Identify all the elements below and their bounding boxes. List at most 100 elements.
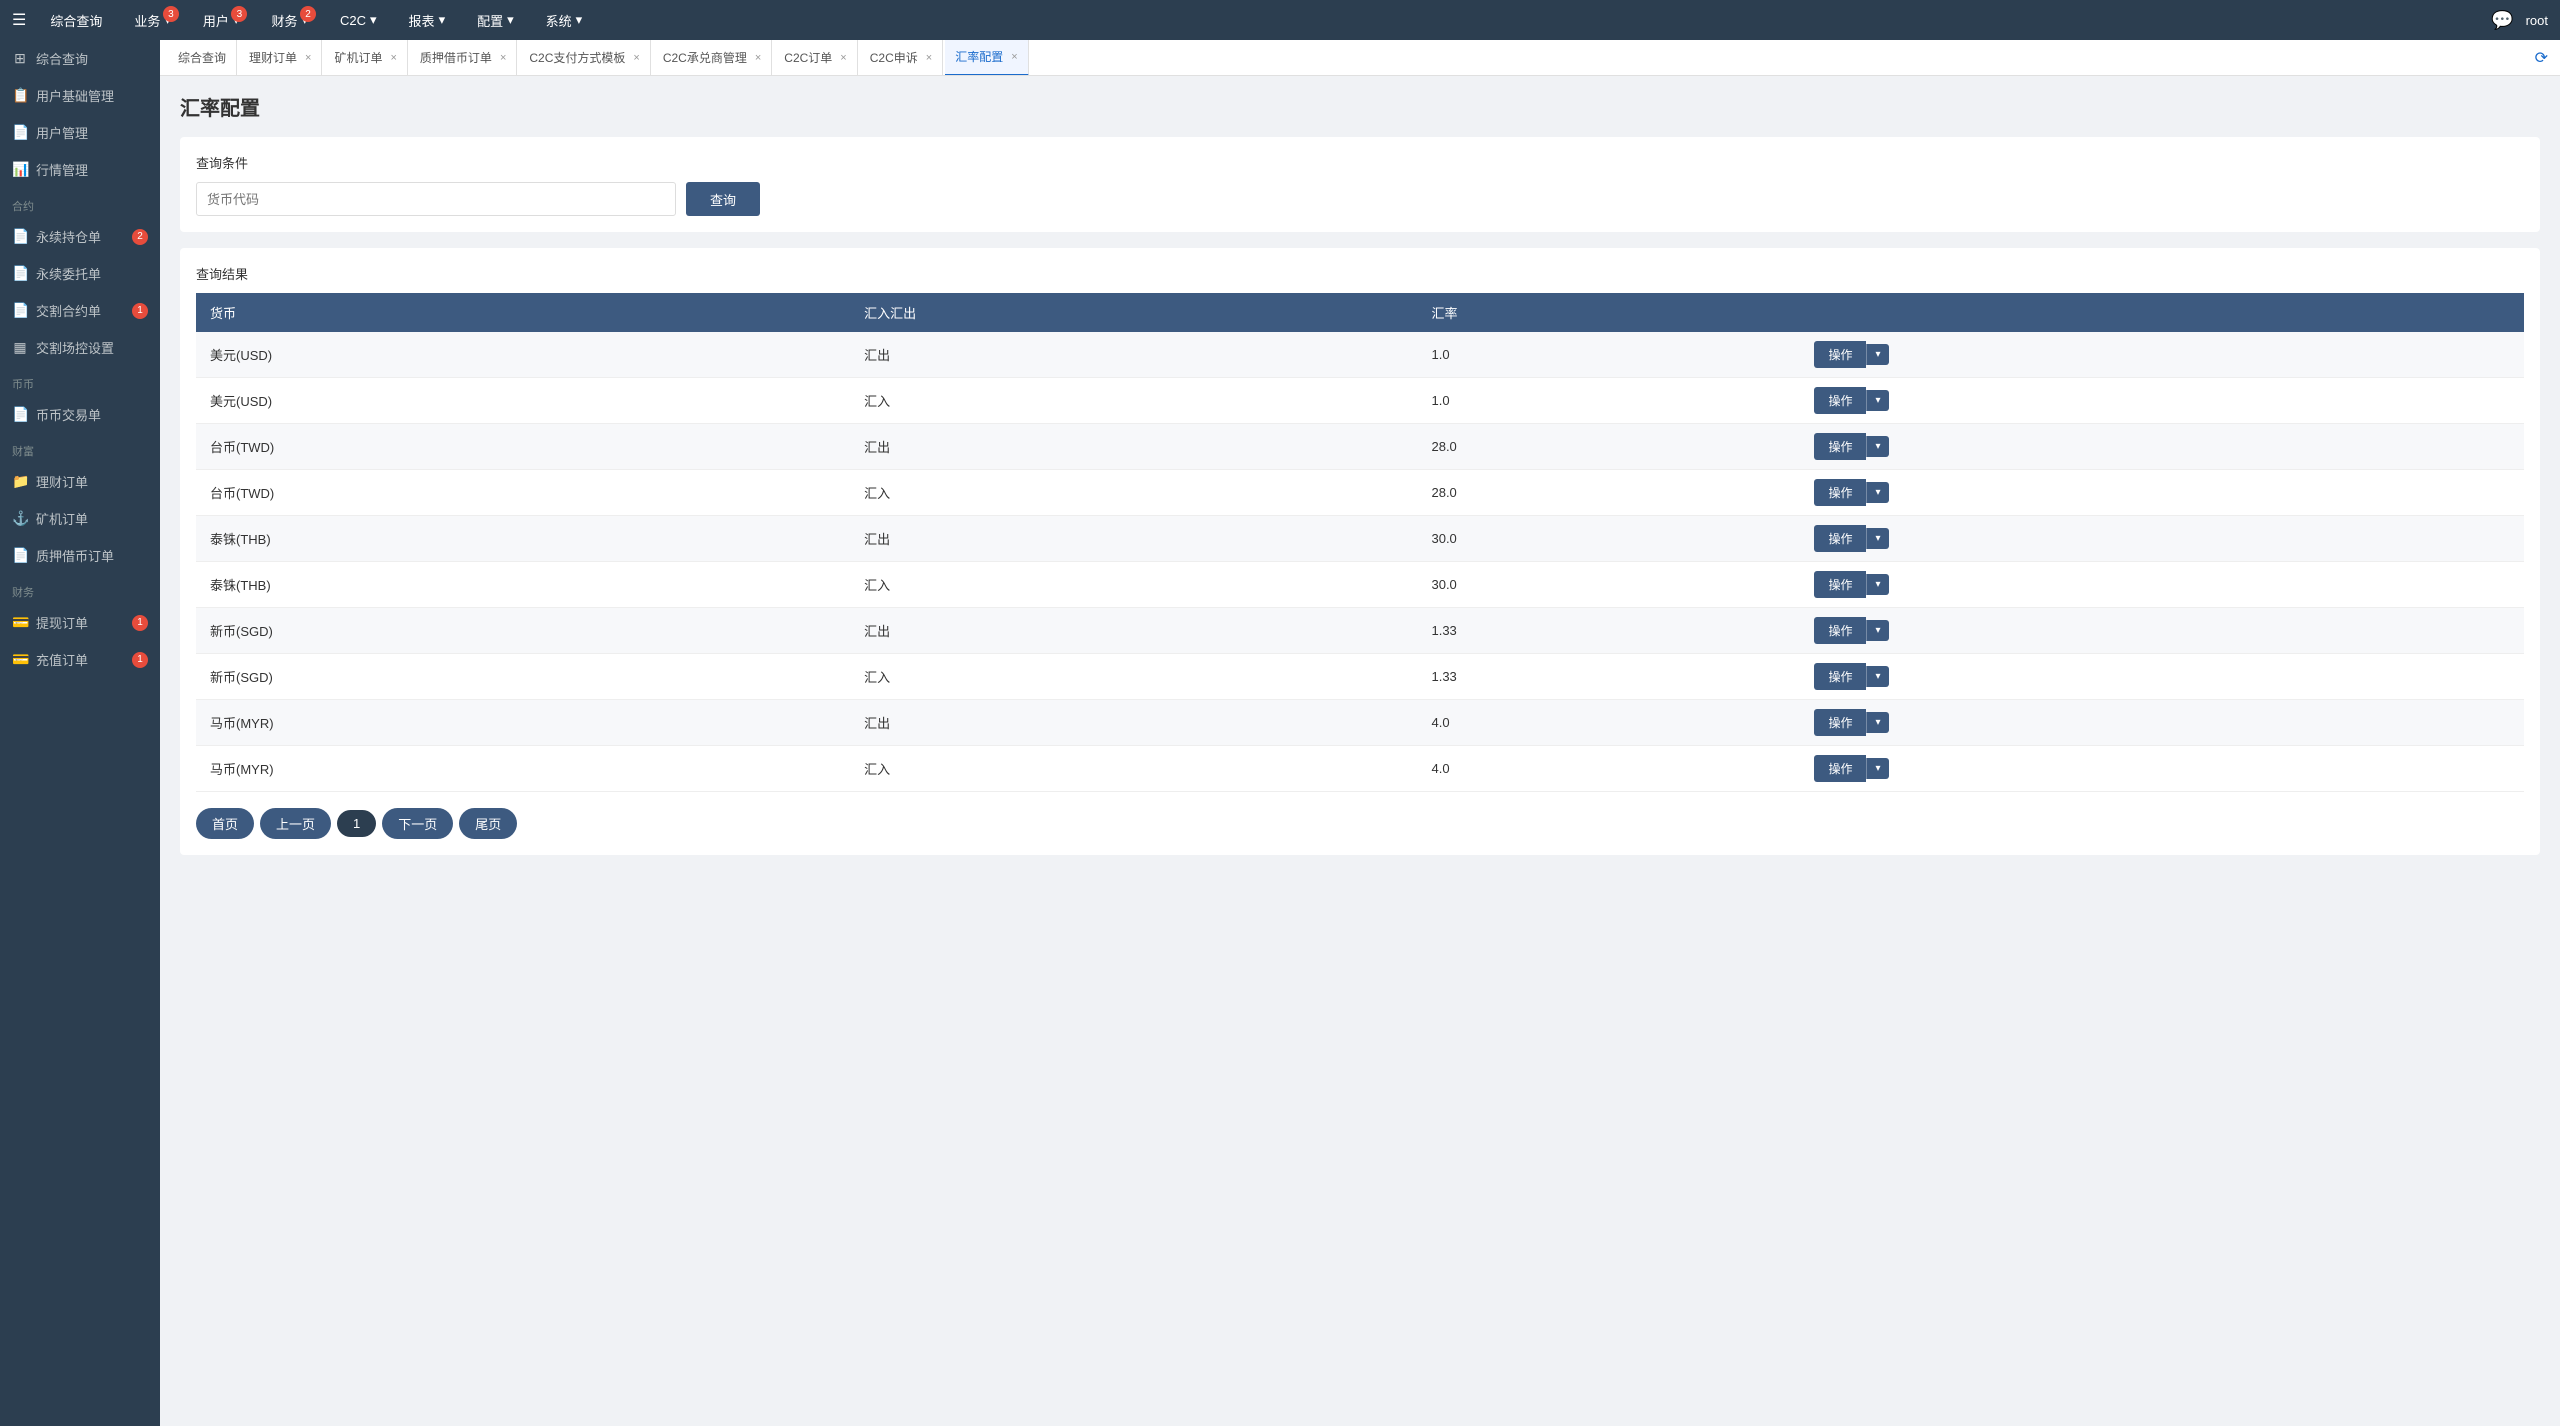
action-button-2[interactable]: 操作 xyxy=(1814,433,1866,460)
sidebar-item-yonghu-guanli[interactable]: 📄 用户管理 xyxy=(0,114,160,151)
cell-rate-7: 1.33 xyxy=(1417,654,1800,700)
close-icon-huilu[interactable]: × xyxy=(1011,51,1017,63)
cell-rate-0: 1.0 xyxy=(1417,332,1800,378)
cell-currency-9: 马币(MYR) xyxy=(196,746,850,792)
action-button-3[interactable]: 操作 xyxy=(1814,479,1866,506)
nav-item-yewu[interactable]: 业务 3 ▾ xyxy=(126,0,179,40)
badge-tixian: 1 xyxy=(132,615,148,631)
cell-action-6: 操作 ▾ xyxy=(1800,608,2524,654)
tab-label-zhiya: 质押借币订单 xyxy=(420,49,492,66)
nav-item-yonghu[interactable]: 用户 3 ▾ xyxy=(195,0,248,40)
nav-item-peizhi[interactable]: 配置 ▾ xyxy=(469,0,522,40)
close-icon-licai[interactable]: × xyxy=(305,52,311,64)
action-dropdown-button-0[interactable]: ▾ xyxy=(1866,344,1888,365)
sidebar-item-yonghu-jichu[interactable]: 📋 用户基础管理 xyxy=(0,77,160,114)
tab-kuangji[interactable]: 矿机订单 × xyxy=(324,40,407,76)
query-row: 查询 xyxy=(196,182,2524,216)
sidebar-label-licai: 理财订单 xyxy=(36,472,88,491)
cell-direction-5: 汇入 xyxy=(850,562,1417,608)
action-button-8[interactable]: 操作 xyxy=(1814,709,1866,736)
sidebar-item-bibi[interactable]: 📄 币币交易单 xyxy=(0,396,160,433)
last-page-button[interactable]: 尾页 xyxy=(459,808,517,839)
results-table: 货币 汇入汇出 汇率 美元(USD) 汇出 1.0 操作 ▾ xyxy=(196,293,2524,792)
cell-direction-2: 汇出 xyxy=(850,424,1417,470)
nav-item-xitong[interactable]: 系统 ▾ xyxy=(538,0,591,40)
username-label[interactable]: root xyxy=(2526,13,2548,28)
sidebar-item-zonghe[interactable]: ⊞ 综合查询 xyxy=(0,40,160,77)
query-button[interactable]: 查询 xyxy=(686,182,760,216)
doc-icon-1: 📄 xyxy=(12,124,28,141)
tab-c2c-shensu[interactable]: C2C申诉 × xyxy=(860,40,943,76)
tab-c2c-dingdan[interactable]: C2C订单 × xyxy=(774,40,857,76)
cell-action-1: 操作 ▾ xyxy=(1800,378,2524,424)
folder-icon: 📁 xyxy=(12,473,28,490)
close-icon-c2c-shensu[interactable]: × xyxy=(926,52,932,64)
badge-jiaoyihe: 1 xyxy=(132,303,148,319)
close-icon-c2c-dingdan[interactable]: × xyxy=(840,52,846,64)
action-button-6[interactable]: 操作 xyxy=(1814,617,1866,644)
sidebar-item-yongjiu-chi[interactable]: 📄 永续持仓单 2 xyxy=(0,218,160,255)
tab-label-huilu: 汇率配置 xyxy=(955,48,1003,65)
action-button-1[interactable]: 操作 xyxy=(1814,387,1866,414)
section-label-caiwu: 财务 xyxy=(0,574,160,604)
nav-item-c2c[interactable]: C2C ▾ xyxy=(332,0,385,40)
close-icon-c2c-zhifu[interactable]: × xyxy=(633,52,639,64)
sidebar-item-zhiya[interactable]: 📄 质押借币订单 xyxy=(0,537,160,574)
cell-currency-7: 新币(SGD) xyxy=(196,654,850,700)
nav-item-zonghe[interactable]: 综合查询 xyxy=(42,0,110,40)
action-button-4[interactable]: 操作 xyxy=(1814,525,1866,552)
sidebar-item-hangqing[interactable]: 📊 行情管理 xyxy=(0,151,160,188)
tab-zonghe[interactable]: 综合查询 xyxy=(168,40,237,76)
action-button-5[interactable]: 操作 xyxy=(1814,571,1866,598)
action-dropdown-button-5[interactable]: ▾ xyxy=(1866,574,1888,595)
prev-page-button[interactable]: 上一页 xyxy=(260,808,331,839)
sidebar-label-kuangji: 矿机订单 xyxy=(36,509,88,528)
cell-action-5: 操作 ▾ xyxy=(1800,562,2524,608)
card-icon-1: 💳 xyxy=(12,614,28,631)
current-page-button[interactable]: 1 xyxy=(337,810,376,837)
action-dropdown-button-8[interactable]: ▾ xyxy=(1866,712,1888,733)
action-dropdown-button-3[interactable]: ▾ xyxy=(1866,482,1888,503)
tab-c2c-zhifu[interactable]: C2C支付方式模板 × xyxy=(519,40,650,76)
close-icon-kuangji[interactable]: × xyxy=(390,52,396,64)
action-button-0[interactable]: 操作 xyxy=(1814,341,1866,368)
tab-zhiya[interactable]: 质押借币订单 × xyxy=(410,40,517,76)
badge-chongzhi: 1 xyxy=(132,652,148,668)
sidebar-item-jiaoyihe[interactable]: 📄 交割合约单 1 xyxy=(0,292,160,329)
nav-badge-caiwu: 2 xyxy=(300,6,316,22)
refresh-icon[interactable]: ⟳ xyxy=(2535,48,2548,68)
chat-icon[interactable]: 💬 xyxy=(2491,10,2513,31)
action-dropdown-button-4[interactable]: ▾ xyxy=(1866,528,1888,549)
sidebar-item-tixian[interactable]: 💳 提现订单 1 xyxy=(0,604,160,641)
action-dropdown-button-7[interactable]: ▾ xyxy=(1866,666,1888,687)
action-dropdown-button-1[interactable]: ▾ xyxy=(1866,390,1888,411)
next-page-button[interactable]: 下一页 xyxy=(382,808,453,839)
tab-licai[interactable]: 理财订单 × xyxy=(239,40,322,76)
sidebar-item-kuangji[interactable]: ⚓ 矿机订单 xyxy=(0,500,160,537)
sidebar-item-yongjiu-wei[interactable]: 📄 永续委托单 xyxy=(0,255,160,292)
action-button-7[interactable]: 操作 xyxy=(1814,663,1866,690)
nav-label-yewu: 业务 xyxy=(134,11,160,30)
action-dropdown-button-9[interactable]: ▾ xyxy=(1866,758,1888,779)
nav-item-baobiao[interactable]: 报表 ▾ xyxy=(401,0,454,40)
action-dropdown-button-6[interactable]: ▾ xyxy=(1866,620,1888,641)
sidebar-item-chongzhi[interactable]: 💳 充值订单 1 xyxy=(0,641,160,678)
table-row: 美元(USD) 汇出 1.0 操作 ▾ xyxy=(196,332,2524,378)
cell-currency-5: 泰铢(THB) xyxy=(196,562,850,608)
close-icon-zhiya[interactable]: × xyxy=(500,52,506,64)
close-icon-c2c-chengno[interactable]: × xyxy=(755,52,761,64)
tab-huilu[interactable]: 汇率配置 × xyxy=(945,40,1028,76)
sidebar-label-chongzhi: 充值订单 xyxy=(36,650,88,669)
table-header: 货币 汇入汇出 汇率 xyxy=(196,293,2524,332)
action-button-9[interactable]: 操作 xyxy=(1814,755,1866,782)
first-page-button[interactable]: 首页 xyxy=(196,808,254,839)
tab-c2c-chengno[interactable]: C2C承兑商管理 × xyxy=(653,40,772,76)
action-dropdown-button-2[interactable]: ▾ xyxy=(1866,436,1888,457)
nav-item-caiwu[interactable]: 财务 2 ▾ xyxy=(263,0,316,40)
sidebar-item-licai[interactable]: 📁 理财订单 xyxy=(0,463,160,500)
sidebar-item-jiaoyichang[interactable]: ▦ 交割场控设置 xyxy=(0,329,160,366)
currency-code-input[interactable] xyxy=(196,182,676,216)
sidebar-label-yonghu-jichu: 用户基础管理 xyxy=(36,86,114,105)
cell-action-3: 操作 ▾ xyxy=(1800,470,2524,516)
hamburger-icon[interactable]: ☰ xyxy=(12,10,26,30)
